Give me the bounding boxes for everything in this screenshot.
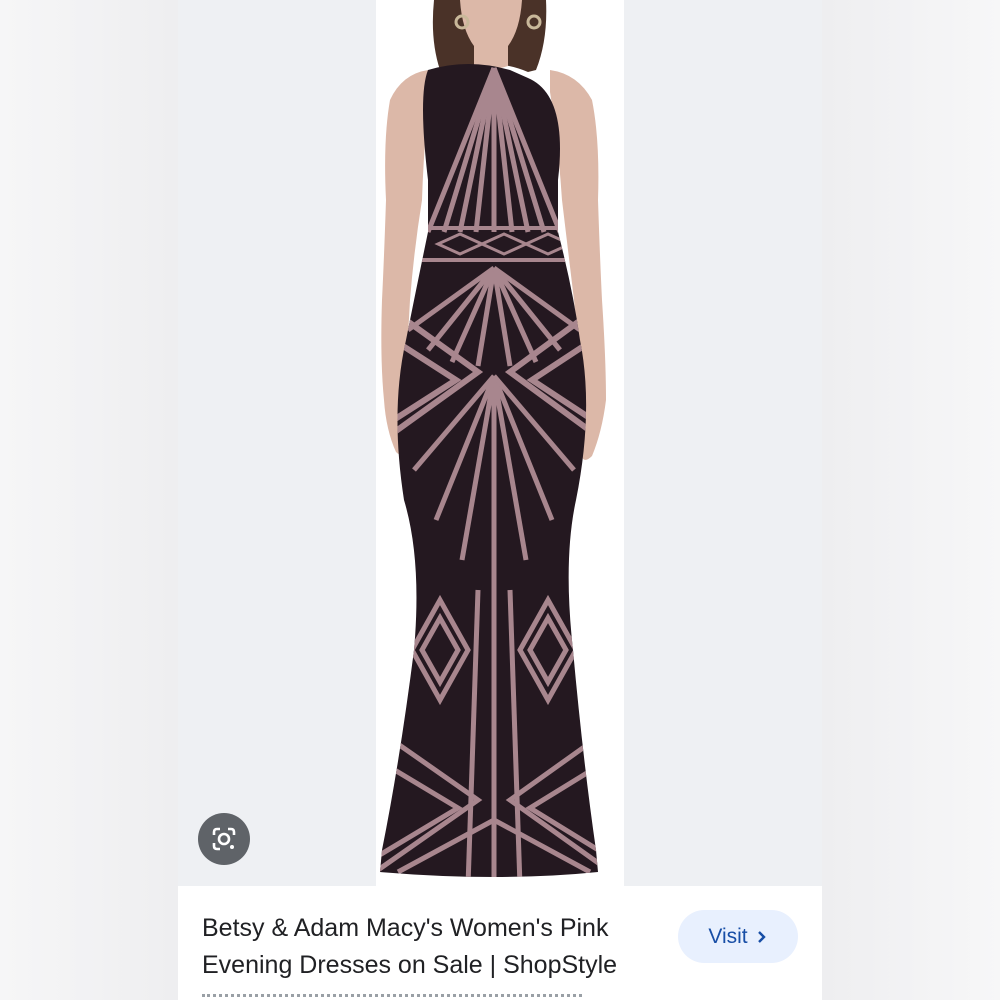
- visit-button[interactable]: Visit: [678, 910, 798, 963]
- google-lens-button[interactable]: [198, 813, 250, 865]
- result-caption: Betsy & Adam Macy's Women's Pink Evening…: [178, 886, 822, 1000]
- image-result-card: Betsy & Adam Macy's Women's Pink Evening…: [178, 0, 822, 1000]
- model-in-dress: [380, 0, 606, 877]
- right-page-margin: [822, 0, 1000, 1000]
- result-title-link[interactable]: Betsy & Adam Macy's Women's Pink Evening…: [202, 910, 672, 984]
- product-image[interactable]: [178, 0, 822, 886]
- left-page-margin: [0, 0, 178, 1000]
- visit-button-label: Visit: [708, 924, 748, 948]
- google-lens-icon: [212, 827, 236, 851]
- chevron-right-icon: [757, 930, 766, 943]
- truncated-snippet: [202, 994, 582, 1000]
